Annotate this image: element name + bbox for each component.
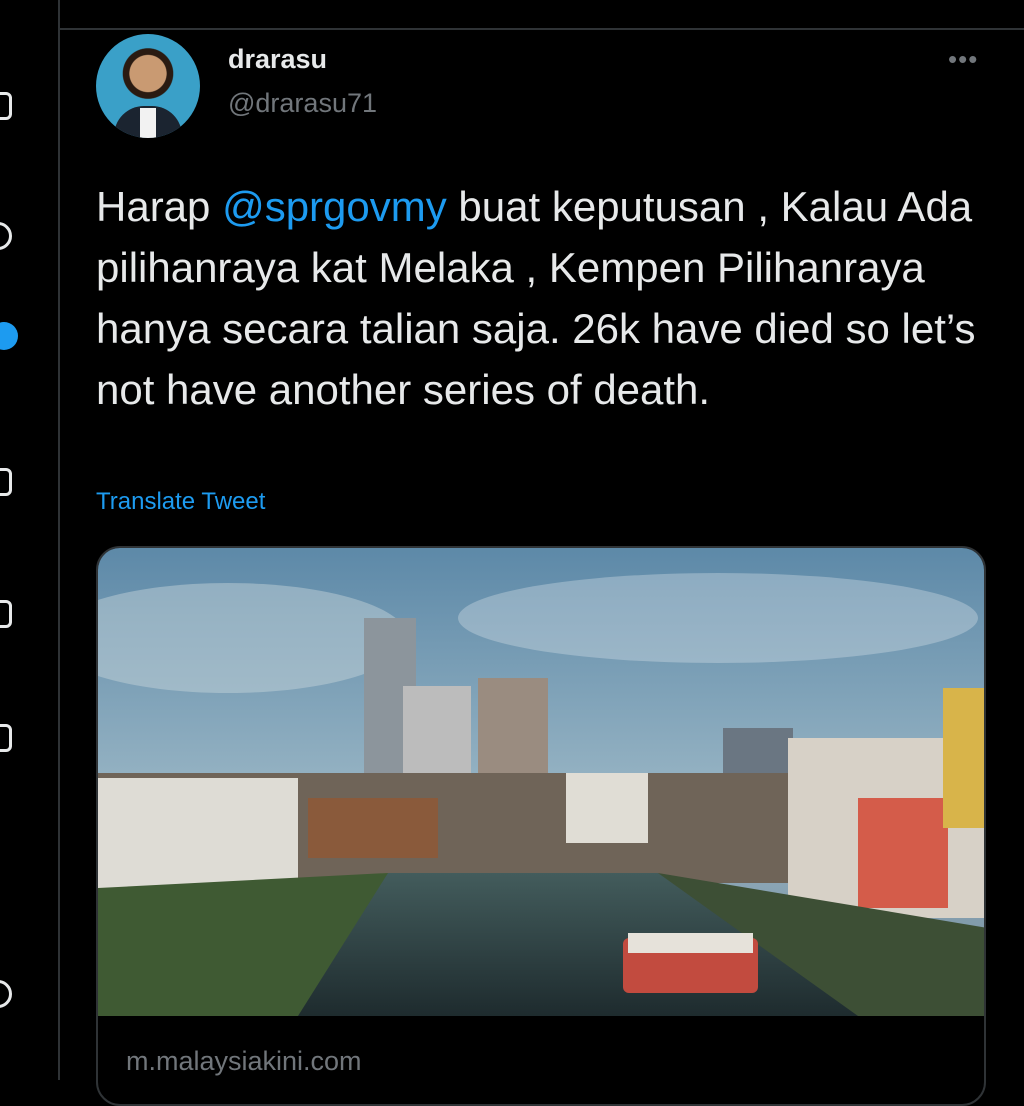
messages-icon[interactable] [0, 468, 12, 496]
translate-tweet-link[interactable]: Translate Tweet [96, 488, 265, 516]
tweet-text: Harap @sprgovmy buat keputusan , Kalau A… [96, 176, 996, 420]
notification-dot [0, 322, 18, 350]
tweet-text-start: Harap [96, 183, 223, 230]
home-icon[interactable] [0, 92, 12, 120]
more-menu-icon[interactable] [0, 980, 12, 1008]
explore-icon[interactable] [0, 222, 12, 250]
display-name[interactable]: drarasu [228, 44, 327, 75]
link-card[interactable]: m.malaysiakini.com [96, 546, 986, 1106]
card-domain: m.malaysiakini.com [126, 1046, 362, 1076]
more-options-icon[interactable]: ••• [948, 44, 978, 75]
avatar-shirt [140, 108, 156, 138]
lists-icon[interactable] [0, 724, 12, 752]
divider [58, 28, 1024, 30]
left-navigation-rail [0, 0, 20, 1080]
card-image[interactable] [98, 548, 986, 1016]
bookmarks-icon[interactable] [0, 600, 12, 628]
avatar[interactable] [96, 34, 200, 138]
mention-link[interactable]: @sprgovmy [222, 183, 447, 230]
user-handle[interactable]: @drarasu71 [228, 88, 377, 119]
